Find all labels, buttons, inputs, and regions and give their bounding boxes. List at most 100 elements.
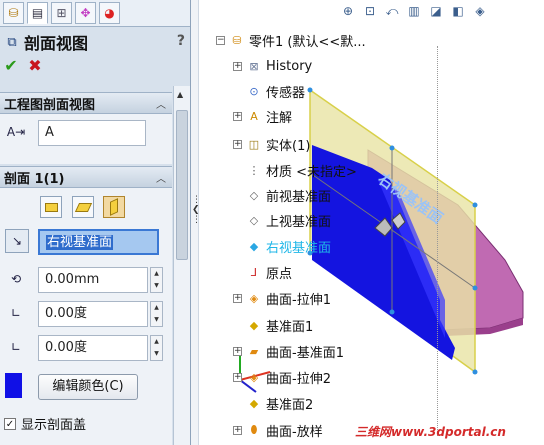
property-manager-tab[interactable]: ▤ — [27, 2, 48, 24]
reference-plane-value: 右视基准面 — [46, 235, 114, 250]
panel-title-bar: ⧉ 剖面视图 ? — [0, 30, 190, 54]
angle-y-input[interactable]: 0.00度 — [38, 335, 148, 361]
feature-manager-tab[interactable]: ⛁ — [3, 2, 24, 24]
section-color-swatch — [5, 373, 22, 398]
tree-item-solid-bodies[interactable]: + ◫ 实体(1) — [233, 133, 310, 155]
tree-expand-icon[interactable]: + — [233, 139, 242, 149]
collapse-icon[interactable]: ︿ — [156, 96, 166, 111]
plane-icon: ◆ — [249, 318, 259, 332]
section-plane-button[interactable] — [40, 196, 62, 218]
tree-item-label: 右视基准面 — [266, 240, 332, 256]
cancel-button[interactable]: ✖ — [26, 57, 44, 75]
show-section-cap-checkbox[interactable]: ✓ — [4, 417, 16, 430]
tree-item-plane2[interactable]: ◆ 基准面2 — [233, 392, 314, 414]
tree-item-front-plane[interactable]: ◇ 前视基准面 — [233, 184, 331, 206]
offset-spinner[interactable]: ▲ ▼ — [150, 267, 163, 293]
hide-show-icon[interactable]: ◈ — [470, 1, 490, 21]
show-section-cap-row[interactable]: ✓ 显示剖面盖 — [4, 414, 86, 433]
panel-title: 剖面视图 — [24, 34, 89, 53]
tree-collapse-icon[interactable]: − — [216, 35, 225, 45]
panel-splitter[interactable]: ⋮ ❮ ⋮ — [191, 0, 201, 445]
tree-item-label: 基准面1 — [266, 319, 314, 335]
offset-distance-icon: ⟲ — [10, 272, 22, 286]
origin-icon: ⅃ — [250, 265, 258, 279]
section-group-label: 剖面 1(1) — [4, 171, 65, 187]
tree-expand-icon[interactable]: + — [233, 111, 242, 121]
section-side-button[interactable] — [103, 196, 125, 218]
tree-item-label: 传感器 — [266, 85, 306, 101]
section-view-toggle-icon[interactable]: ▥ — [404, 1, 424, 21]
help-button[interactable]: ? — [177, 33, 185, 49]
display-manager-tab[interactable]: ◕ — [99, 2, 120, 24]
section-view-group-label: 工程图剖面视图 — [4, 97, 96, 113]
zoom-area-icon[interactable]: ⊡ — [360, 1, 380, 21]
tree-item-sensors[interactable]: ⊙ 传感器 — [233, 80, 305, 102]
tree-item-origin[interactable]: ⅃ 原点 — [233, 261, 292, 283]
tree-item-label: 基准面2 — [266, 397, 314, 413]
section-face-button[interactable] — [72, 196, 94, 218]
tree-item-label: 曲面-拉伸1 — [266, 292, 331, 308]
tree-item-annotations[interactable]: + A 注解 — [233, 105, 292, 127]
feature-tree-icon: ⛁ — [8, 6, 19, 20]
tree-expand-icon[interactable]: + — [233, 61, 242, 71]
scroll-up-icon[interactable]: ▲ — [177, 90, 183, 99]
tree-item-surface-extrude1[interactable]: + ◈ 曲面-拉伸1 — [233, 287, 331, 309]
plane-icon: ◇ — [249, 213, 259, 227]
tree-item-label: 原点 — [266, 266, 293, 282]
tree-item-history[interactable]: + ⊠ History — [233, 55, 312, 77]
reference-select-icon[interactable]: ↘ — [5, 229, 29, 253]
tree-item-label: 材质 <未指定> — [266, 164, 357, 180]
plane-icon — [44, 202, 58, 212]
tree-expand-icon[interactable]: + — [233, 293, 242, 303]
view-orientation-icon[interactable]: ◪ — [426, 1, 446, 21]
tree-root[interactable]: − ⛁ 零件1 (默认<<默... — [216, 29, 366, 51]
tree-item-surface-extrude2[interactable]: + ◈ 曲面-拉伸2 — [233, 366, 331, 388]
plane-icon: ◇ — [249, 188, 259, 202]
section-group-header[interactable]: 剖面 1(1) ︿ — [0, 166, 172, 188]
previous-view-icon[interactable]: ⤺ — [382, 1, 402, 21]
tree-item-planar-surface1[interactable]: + ▰ 曲面-基准面1 — [233, 340, 344, 362]
section-view-group-header[interactable]: 工程图剖面视图 ︿ — [0, 92, 172, 114]
angle-x-spinner[interactable]: ▲ ▼ — [150, 301, 163, 327]
plane-icon: ◆ — [249, 239, 259, 253]
site-watermark: 三维网www.3dportal.cn — [355, 425, 506, 439]
plane-icon: ◆ — [249, 396, 259, 410]
angle-x-icon: ∟ — [10, 306, 22, 320]
tree-expand-icon[interactable]: + — [233, 425, 242, 435]
tree-item-surface-loft[interactable]: + ⬮ 曲面-放样 — [233, 419, 323, 441]
tree-expand-icon[interactable]: + — [233, 346, 242, 356]
tree-item-right-plane[interactable]: ◆ 右视基准面 — [233, 235, 331, 257]
tree-item-material[interactable]: ⋮ 材质 <未指定> — [233, 159, 357, 181]
tree-expand-icon[interactable]: + — [233, 372, 242, 382]
collapse-icon[interactable]: ︿ — [156, 170, 166, 185]
manager-tabs: ⛁ ▤ ⊞ ✥ ◕ — [0, 0, 190, 27]
tree-connector — [437, 46, 438, 436]
angle-x-input[interactable]: 0.00度 — [38, 301, 148, 327]
reference-plane-field[interactable]: 右视基准面 — [38, 229, 159, 255]
tree-item-top-plane[interactable]: ◇ 上视基准面 — [233, 209, 331, 231]
surface-extrude-icon: ◈ — [249, 291, 259, 305]
section-name-input[interactable]: A — [38, 120, 146, 146]
face-icon — [74, 202, 92, 212]
display-style-icon[interactable]: ◧ — [448, 1, 468, 21]
side-face-icon — [110, 198, 118, 216]
zoom-to-fit-icon[interactable]: ⊕ — [338, 1, 358, 21]
property-icon: ▤ — [31, 6, 44, 20]
panel-scrollbar[interactable]: ▲ — [173, 86, 190, 445]
offset-input[interactable]: 0.00mm — [38, 267, 148, 293]
dimxpert-icon: ✥ — [80, 6, 91, 20]
ok-button[interactable]: ✔ — [2, 57, 20, 75]
sensor-icon: ⊙ — [249, 84, 259, 98]
material-icon: ⋮ — [248, 163, 260, 177]
edit-color-button[interactable]: 编辑颜色(C) — [38, 374, 138, 400]
configuration-manager-tab[interactable]: ⊞ — [51, 2, 72, 24]
part-icon: ⛁ — [232, 33, 242, 47]
angle-y-icon: ∟ — [10, 340, 22, 354]
tree-item-plane1[interactable]: ◆ 基准面1 — [233, 314, 314, 336]
planar-surface-icon: ▰ — [249, 344, 259, 358]
tree-item-label: 实体(1) — [266, 138, 311, 154]
dimxpert-tab[interactable]: ✥ — [75, 2, 96, 24]
scrollbar-thumb[interactable] — [176, 110, 188, 260]
angle-y-spinner[interactable]: ▲ ▼ — [150, 335, 163, 361]
solid-body-icon: ◫ — [248, 137, 260, 151]
